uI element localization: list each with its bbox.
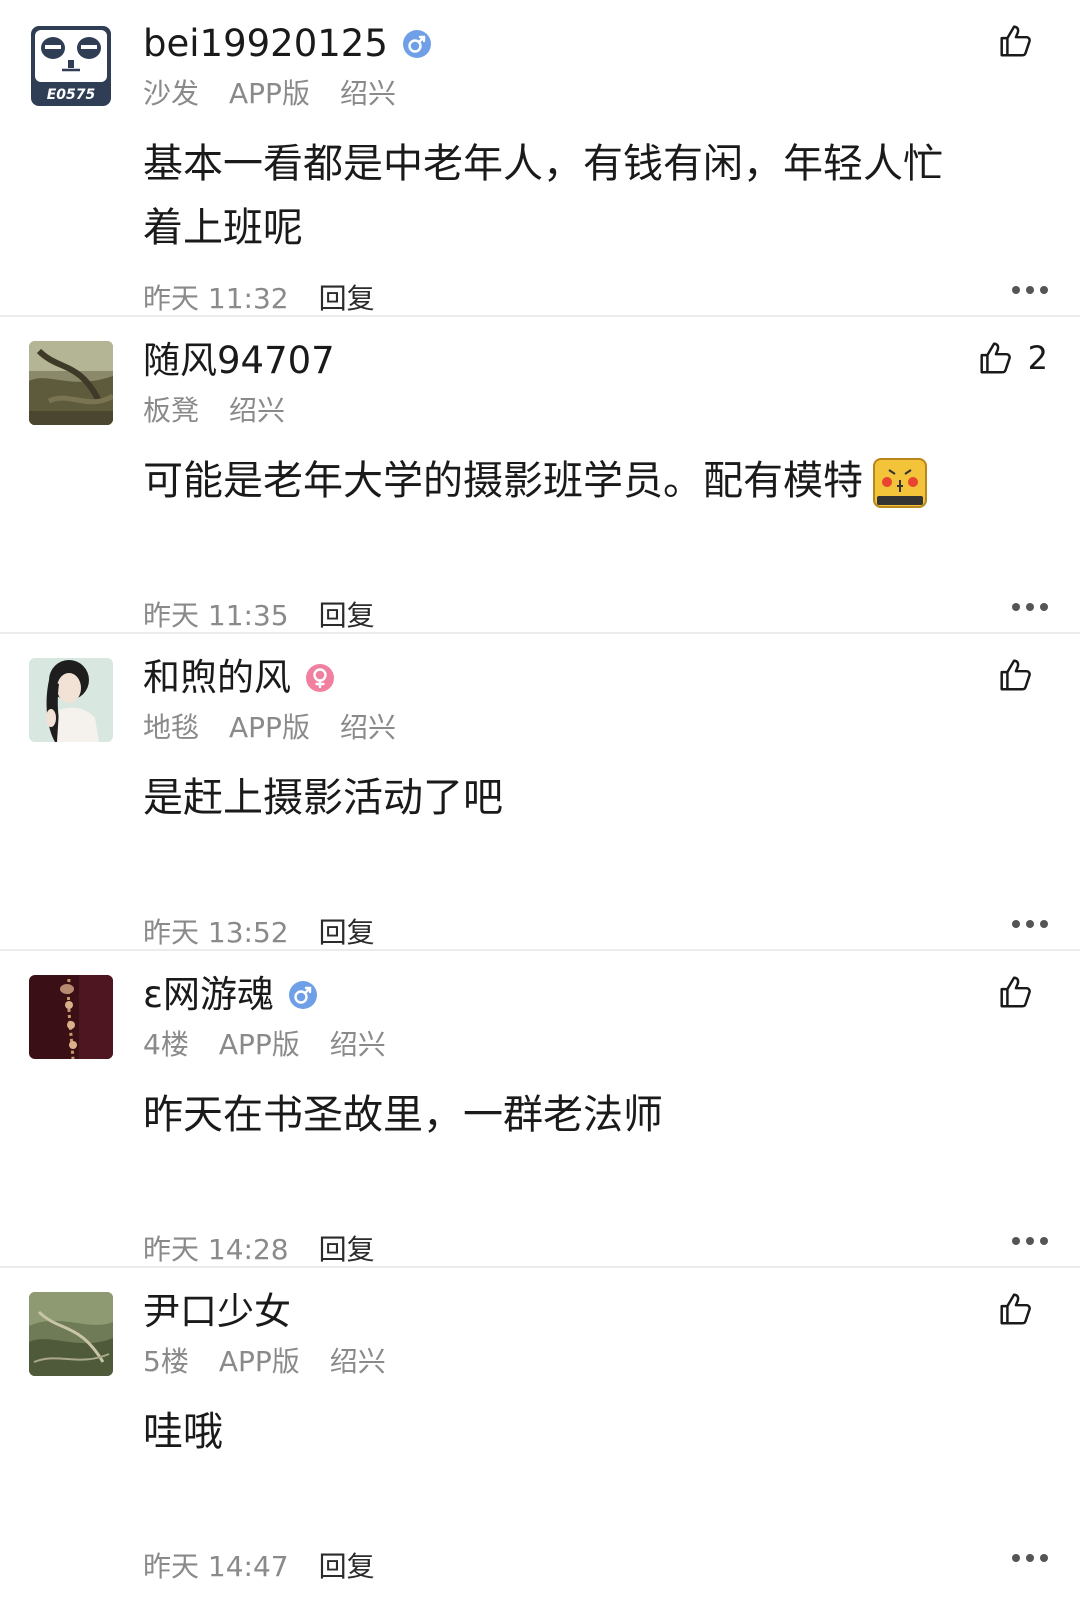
- comment-text: 基本一看都是中老年人，有钱有闲，年轻人忙 着上班呢: [143, 132, 1023, 260]
- like-button[interactable]: [996, 1290, 1048, 1328]
- more-dots-icon[interactable]: [1012, 603, 1048, 611]
- comment-text-line: 可能是老年大学的摄影班学员。配有模特: [143, 458, 863, 504]
- comment-feed: E0575 bei19920125 沙发 APP版 绍兴 基本一看都是中老年人，有钱…: [0, 0, 1080, 1585]
- male-gender-icon: [402, 29, 432, 59]
- comment-text: 哇哦: [143, 1400, 1023, 1464]
- comment-meta: 板凳 绍兴: [143, 389, 315, 429]
- timestamp: 昨天 14:28: [143, 1233, 289, 1266]
- username-row: ɛ网游魂: [143, 969, 318, 1021]
- comment-text-line: 哇哦: [143, 1409, 223, 1455]
- thumbs-up-icon: [980, 342, 1011, 374]
- username-row: bei19920125: [143, 18, 432, 70]
- more-dots-icon[interactable]: [1012, 920, 1048, 928]
- comment-item: E0575 bei19920125 沙发 APP版 绍兴 基本一看都是中老年人，有钱…: [0, 0, 1080, 317]
- female-gender-icon: [305, 663, 335, 693]
- client-label: APP版: [229, 77, 310, 110]
- username[interactable]: ɛ网游魂: [143, 969, 274, 1021]
- comment-text-line: 昨天在书圣故里，一群老法师: [143, 1092, 663, 1138]
- username[interactable]: 和煦的风: [143, 652, 291, 704]
- timestamp: 昨天 11:32: [143, 282, 289, 315]
- location-label: 绍兴: [339, 711, 396, 744]
- username-row: 和煦的风: [143, 652, 335, 704]
- comment-text: 是赶上摄影活动了吧: [143, 766, 1023, 830]
- comment-meta: 地毯 APP版 绍兴: [143, 706, 426, 746]
- username-row: 尹口少女: [143, 1286, 291, 1338]
- location-label: 绍兴: [229, 394, 286, 427]
- username[interactable]: 尹口少女: [143, 1286, 291, 1338]
- comment-footer: 昨天 11:32 回复: [143, 277, 375, 317]
- avatar[interactable]: [29, 975, 113, 1059]
- avatar[interactable]: E0575: [29, 24, 113, 108]
- username-row: 随风94707: [143, 335, 335, 387]
- like-button[interactable]: [996, 973, 1048, 1011]
- floor-label: 沙发: [143, 77, 200, 110]
- location-label: 绍兴: [329, 1028, 386, 1061]
- client-label: APP版: [218, 1028, 300, 1061]
- username[interactable]: bei19920125: [143, 18, 388, 70]
- timestamp: 昨天 14:47: [143, 1550, 289, 1583]
- tree-photo-avatar: [29, 341, 113, 425]
- like-button[interactable]: [996, 656, 1048, 694]
- logo-text: E0575: [47, 87, 96, 103]
- like-count: 2: [1027, 339, 1048, 377]
- comment-meta: 沙发 APP版 绍兴: [143, 72, 426, 112]
- more-dots-icon[interactable]: [1012, 286, 1048, 294]
- comment-item: 随风94707 板凳 绍兴 2 可能是老年大学的摄影班学员。配有模特 昨天 11:…: [0, 317, 1080, 634]
- reply-button[interactable]: 回复: [319, 911, 375, 951]
- comment-item: ɛ网游魂 4楼 APP版 绍兴 昨天在书圣故里，一群老法师 昨天 14:28 回复: [0, 951, 1080, 1268]
- more-dots-icon[interactable]: [1012, 1554, 1048, 1562]
- like-button[interactable]: 2: [976, 339, 1048, 377]
- timestamp: 昨天 11:35: [143, 599, 289, 632]
- comment-footer: 昨天 14:47 回复: [143, 1545, 375, 1585]
- comment-text-line: 基本一看都是中老年人，有钱有闲，年轻人忙: [143, 141, 943, 187]
- comment-meta: 5楼 APP版 绍兴: [143, 1340, 416, 1380]
- reply-button[interactable]: 回复: [319, 1228, 375, 1268]
- comment-text-line: 是赶上摄影活动了吧: [143, 775, 503, 821]
- comment-footer: 昨天 11:35 回复: [143, 594, 375, 634]
- location-label: 绍兴: [339, 77, 396, 110]
- avatar[interactable]: [29, 341, 113, 425]
- comment-meta: 4楼 APP版 绍兴: [143, 1023, 416, 1063]
- username[interactable]: 随风94707: [143, 335, 335, 387]
- comment-footer: 昨天 13:52 回复: [143, 911, 375, 951]
- reply-button[interactable]: 回复: [319, 1545, 375, 1585]
- avatar[interactable]: [29, 1292, 113, 1376]
- comment-text-line: 着上班呢: [143, 205, 303, 251]
- location-label: 绍兴: [329, 1345, 386, 1378]
- floor-label: 5楼: [143, 1345, 189, 1378]
- thumbs-up-icon: [1000, 1293, 1031, 1325]
- comment-item: 和煦的风 地毯 APP版 绍兴 是赶上摄影活动了吧 昨天 13:52 回复: [0, 634, 1080, 951]
- floor-label: 板凳: [143, 394, 200, 427]
- client-label: APP版: [229, 711, 310, 744]
- beads-photo-avatar: [29, 975, 113, 1059]
- thumbs-up-icon: [1000, 976, 1031, 1008]
- comment-footer: 昨天 14:28 回复: [143, 1228, 375, 1268]
- panda-emoji-icon: [873, 456, 927, 510]
- reply-button[interactable]: 回复: [319, 594, 375, 634]
- reply-button[interactable]: 回复: [319, 277, 375, 317]
- moss-photo-avatar: [29, 1292, 113, 1376]
- thumbs-up-icon: [1000, 25, 1031, 57]
- comment-text: 昨天在书圣故里，一群老法师: [143, 1083, 1023, 1147]
- floor-label: 地毯: [143, 711, 200, 744]
- client-label: APP版: [218, 1345, 300, 1378]
- avatar[interactable]: [29, 658, 113, 742]
- more-dots-icon[interactable]: [1012, 1237, 1048, 1245]
- comment-item: 尹口少女 5楼 APP版 绍兴 哇哦 昨天 14:47 回复: [0, 1268, 1080, 1585]
- like-button[interactable]: [996, 22, 1048, 60]
- timestamp: 昨天 13:52: [143, 916, 289, 949]
- panda-logo-avatar: E0575: [29, 24, 113, 108]
- floor-label: 4楼: [143, 1028, 189, 1061]
- comment-text: 可能是老年大学的摄影班学员。配有模特: [143, 449, 1023, 513]
- male-gender-icon: [288, 980, 318, 1010]
- thumbs-up-icon: [1000, 659, 1031, 691]
- woman-photo-avatar: [29, 658, 113, 742]
